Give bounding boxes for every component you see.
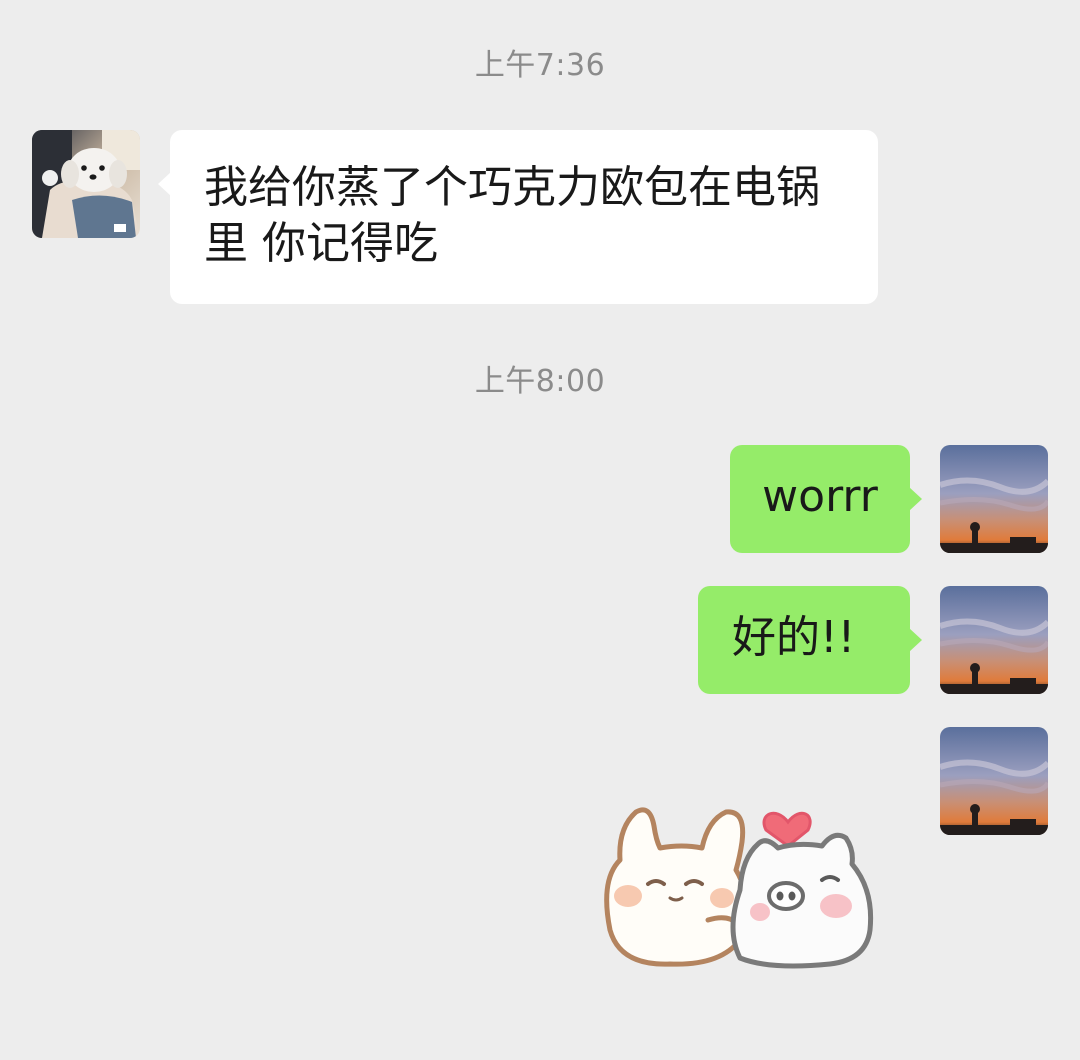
message-text: worrr [762, 471, 878, 522]
message-bubble-incoming[interactable]: 我给你蒸了个巧克力欧包在电锅里 你记得吃 [158, 130, 878, 304]
message-text: 好的!! [732, 612, 856, 663]
message-text: 我给你蒸了个巧克力欧包在电锅里 你记得吃 [204, 162, 820, 269]
timestamp: 上午8:00 [474, 364, 606, 399]
pig-icon [730, 832, 874, 969]
self-avatar[interactable] [940, 727, 1048, 835]
message-bubble-outgoing[interactable]: worrr [730, 445, 922, 553]
dog-photo-avatar [32, 130, 140, 238]
sunset-photo-avatar [940, 445, 1048, 553]
self-avatar[interactable] [940, 586, 1048, 694]
bunny-icon [604, 807, 749, 967]
message-bubble-outgoing[interactable]: 好的!! [698, 586, 922, 694]
contact-avatar[interactable] [32, 130, 140, 238]
timestamp: 上午7:36 [474, 48, 606, 83]
sunset-photo-avatar [940, 727, 1048, 835]
self-avatar[interactable] [940, 445, 1048, 553]
sunset-photo-avatar [940, 586, 1048, 694]
bunny-and-pig-hug-sticker[interactable] [590, 780, 890, 980]
